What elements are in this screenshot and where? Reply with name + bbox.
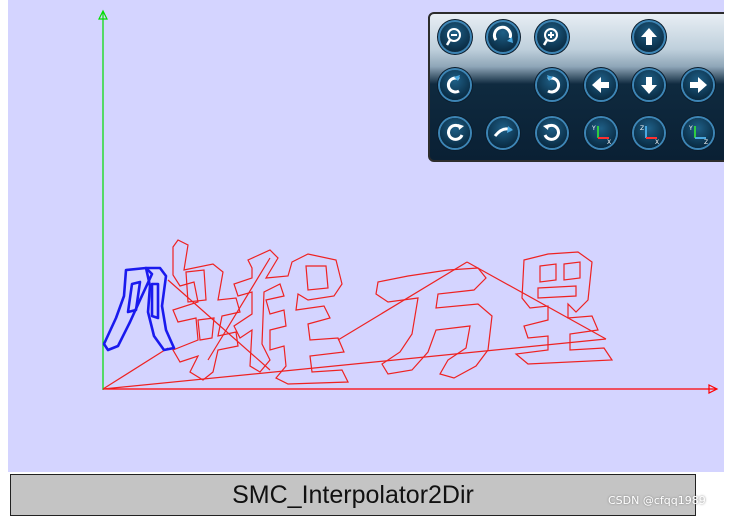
- pan-up-button[interactable]: [634, 22, 664, 52]
- svg-text:X: X: [607, 139, 611, 146]
- axes-zx-icon: ZX: [640, 125, 659, 146]
- rotate-right-button[interactable]: [537, 70, 567, 100]
- watermark-text: CSDN @cfqq1989: [608, 494, 706, 507]
- glyph-1-toolpath: [172, 239, 241, 381]
- rotate-ccw-icon: [447, 123, 464, 141]
- linear-moves: [102, 257, 607, 390]
- arrow-left-icon: [592, 77, 609, 93]
- arrow-up-icon: [641, 28, 657, 45]
- view-xy-button[interactable]: YX: [586, 118, 616, 148]
- tilt-button[interactable]: [488, 118, 518, 148]
- pan-right-button[interactable]: [683, 70, 713, 100]
- view-control-toolbar: YXZXYZ: [428, 12, 724, 162]
- rotate-right-icon: [547, 75, 561, 94]
- 3d-view-canvas[interactable]: YXZXYZ: [8, 0, 724, 472]
- axes-yz-icon: YZ: [688, 125, 708, 146]
- current-path-blue: [102, 266, 176, 352]
- arrow-right-icon: [690, 77, 707, 93]
- svg-text:Z: Z: [640, 125, 644, 132]
- title-bar: SMC_Interpolator2Dir: [10, 474, 696, 516]
- glyph-2-toolpath: [233, 249, 349, 385]
- glyph-4-toolpath: [514, 251, 614, 365]
- rotate-left-button[interactable]: [440, 70, 470, 100]
- rotate-view-button[interactable]: [488, 22, 518, 52]
- zoom-in-button[interactable]: [537, 22, 567, 52]
- rotate-view-icon: [492, 25, 513, 43]
- svg-text:X: X: [655, 139, 659, 146]
- app-title: SMC_Interpolator2Dir: [232, 481, 474, 509]
- rotate-cw-button[interactable]: [537, 118, 567, 148]
- svg-text:Y: Y: [688, 125, 693, 132]
- pan-left-button[interactable]: [586, 70, 616, 100]
- axes-xy-icon: YX: [591, 125, 611, 146]
- glyph-3-toolpath: [375, 267, 493, 379]
- rotate-ccw-button[interactable]: [440, 118, 470, 148]
- svg-text:Y: Y: [591, 125, 596, 132]
- view-yz-button[interactable]: YZ: [683, 118, 713, 148]
- zoom-in-icon: [542, 28, 558, 46]
- rotate-left-icon: [446, 75, 460, 94]
- zoom-out-icon: [445, 28, 461, 46]
- zoom-out-button[interactable]: [440, 22, 470, 52]
- tilt-icon: [493, 126, 513, 137]
- view-zx-button[interactable]: ZX: [634, 118, 664, 148]
- svg-text:Z: Z: [704, 139, 708, 146]
- rotate-cw-icon: [543, 123, 560, 141]
- pan-down-button[interactable]: [634, 70, 664, 100]
- arrow-down-icon: [641, 77, 657, 94]
